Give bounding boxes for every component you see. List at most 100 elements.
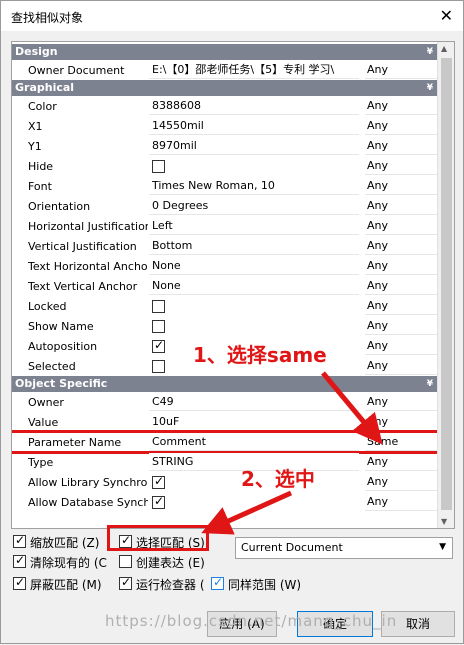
row-value: 10uF [149, 413, 359, 431]
match-select[interactable]: Any [365, 453, 437, 471]
row-label: Orientation [28, 200, 91, 213]
clear-existing-checkbox[interactable] [13, 553, 26, 568]
match-select[interactable]: Any [365, 137, 437, 155]
row-value: Bottom [149, 237, 359, 255]
section-object-specific[interactable]: Object Specific ¥ [12, 376, 437, 392]
row-label: Text Horizontal Anchor [28, 260, 148, 273]
close-icon[interactable]: ✕ [440, 6, 453, 25]
row-value: None [149, 257, 359, 275]
ok-button[interactable]: 确定 [297, 611, 373, 637]
autoposition-checkbox[interactable] [152, 338, 165, 353]
row-value: None [149, 277, 359, 295]
match-select[interactable]: Any [365, 217, 437, 235]
dialog-footer: 应用 (A) 确定 取消 [1, 605, 463, 643]
row-label: Owner [28, 396, 64, 409]
annotation-step-1: 1、选择same [193, 343, 327, 367]
scope-select-value: Current Document [241, 541, 343, 554]
row-y1: Y1 8970mil Any [12, 136, 437, 156]
row-label: Selected [28, 360, 76, 373]
match-select[interactable]: Any [365, 257, 437, 275]
match-select[interactable]: Any [365, 97, 437, 115]
row-horizontal-justification: Horizontal Justification Left Any [12, 216, 437, 236]
row-label: Show Name [28, 320, 94, 333]
row-orientation: Orientation 0 Degrees Any [12, 196, 437, 216]
row-allow-database-sync: Allow Database Synchr Any [12, 492, 437, 512]
create-expression-checkbox[interactable] [119, 555, 132, 568]
row-value: Times New Roman, 10 [149, 177, 359, 195]
option-label: 创建表达 (E) [136, 556, 205, 570]
match-select[interactable]: Any [365, 393, 437, 411]
row-label: Color [28, 100, 57, 113]
scope-select[interactable]: Current Document ▼ [235, 537, 453, 559]
selected-checkbox[interactable] [152, 360, 165, 373]
row-locked: Locked Any [12, 296, 437, 316]
row-parameter-name: Parameter Name Comment Same [12, 430, 440, 454]
section-design[interactable]: Design ¥ [12, 44, 437, 60]
chevron-down-icon[interactable]: ▼ [439, 542, 446, 552]
cancel-button[interactable]: 取消 [381, 611, 455, 637]
collapse-chevron-icon[interactable]: ¥ [427, 376, 433, 392]
match-select[interactable]: Any [365, 297, 437, 315]
row-label: Owner Document [28, 64, 125, 77]
match-select[interactable]: Same [365, 433, 437, 451]
match-select[interactable]: Any [365, 237, 437, 255]
options-panel: 缩放匹配 (Z) 选择匹配 (S) 清除现有的 (C 创建表达 (E) 屏蔽匹配… [11, 533, 455, 603]
title-bar: 查找相似对象 ✕ [1, 1, 463, 31]
mask-matching-checkbox[interactable] [13, 575, 26, 590]
row-value: 14550mil [149, 117, 359, 135]
match-select[interactable]: Any [365, 117, 437, 135]
row-label: Type [28, 456, 54, 469]
zoom-matching-checkbox[interactable] [13, 533, 26, 548]
collapse-chevron-icon[interactable]: ¥ [427, 44, 433, 60]
match-select[interactable]: Any [365, 197, 437, 215]
row-value: Comment [149, 433, 359, 451]
run-inspector-checkbox[interactable] [119, 575, 132, 590]
row-font: Font Times New Roman, 10 Any [12, 176, 437, 196]
row-label: Horizontal Justification [28, 220, 148, 233]
match-select[interactable]: Any [365, 277, 437, 295]
same-scope-checkbox[interactable] [211, 575, 224, 590]
row-show-name: Show Name Any [12, 316, 437, 336]
match-select[interactable]: Any [365, 317, 437, 335]
row-type: Type STRING Any [12, 452, 437, 472]
scrollbar-thumb[interactable] [441, 58, 452, 510]
option-label: 清除现有的 (C [30, 556, 107, 570]
hide-checkbox[interactable] [152, 160, 165, 173]
match-select[interactable]: Any [365, 157, 437, 175]
match-select[interactable]: Any [365, 413, 437, 431]
find-similar-objects-dialog: 查找相似对象 ✕ Design ¥ Owner Document E:\【0】邵… [0, 0, 464, 644]
scroll-up-icon[interactable]: ▲ [441, 44, 447, 53]
allow-database-sync-checkbox[interactable] [152, 494, 165, 509]
row-label: Text Vertical Anchor [28, 280, 138, 293]
row-label: Vertical Justification [28, 240, 137, 253]
row-label: Hide [28, 160, 54, 173]
row-owner-document: Owner Document E:\【0】邵老师任务\【5】专利 学习\ Any [12, 60, 437, 80]
row-label: Value [28, 416, 59, 429]
match-select[interactable]: Any [365, 473, 437, 491]
row-owner: Owner C49 Any [12, 392, 437, 412]
scroll-down-icon[interactable]: ▼ [441, 517, 447, 526]
annotation-highlight-box [107, 525, 209, 551]
match-select[interactable]: Any [365, 493, 437, 511]
row-x1: X1 14550mil Any [12, 116, 437, 136]
window-title: 查找相似对象 [11, 11, 84, 25]
row-label: Autoposition [28, 340, 98, 353]
match-select[interactable]: Any [365, 61, 437, 79]
collapse-chevron-icon[interactable]: ¥ [427, 80, 433, 96]
section-title: Graphical [15, 81, 75, 94]
row-value: 8388608 [149, 97, 359, 115]
row-label: X1 [28, 120, 43, 133]
match-select[interactable]: Any [365, 337, 437, 355]
option-label: 同样范围 (W) [228, 578, 302, 592]
section-graphical[interactable]: Graphical ¥ [12, 80, 437, 96]
row-text-horizontal-anchor: Text Horizontal Anchor None Any [12, 256, 437, 276]
match-select[interactable]: Any [365, 177, 437, 195]
apply-button[interactable]: 应用 (A) [207, 611, 277, 637]
row-label: Y1 [28, 140, 42, 153]
show-name-checkbox[interactable] [152, 320, 165, 333]
vertical-scrollbar[interactable]: ▲ ▼ [437, 42, 454, 528]
match-select[interactable]: Any [365, 357, 437, 375]
locked-checkbox[interactable] [152, 300, 165, 313]
allow-library-sync-checkbox[interactable] [152, 474, 165, 489]
row-value: E:\【0】邵老师任务\【5】专利 学习\ [149, 61, 359, 79]
